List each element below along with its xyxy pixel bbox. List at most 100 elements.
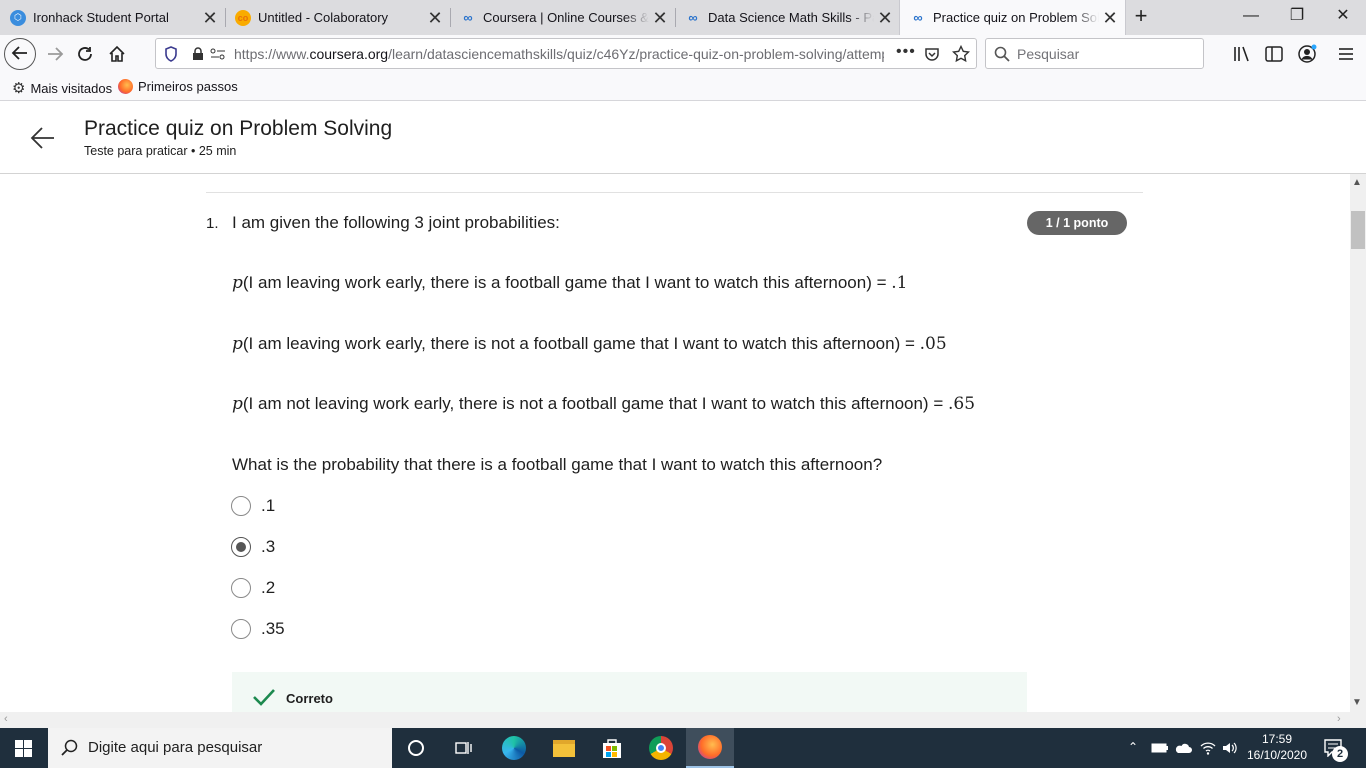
answer-option[interactable]: .35: [231, 619, 285, 639]
taskbar: Digite aqui para pesquisar ⌃ 17:59 16/10…: [0, 728, 1366, 768]
taskbar-search-placeholder: Digite aqui para pesquisar: [88, 739, 263, 756]
probability-statement: p(I am leaving work early, there is a fo…: [232, 273, 908, 293]
answer-option[interactable]: .2: [231, 578, 275, 598]
new-tab-button[interactable]: +: [1128, 4, 1154, 30]
question-intro: I am given the following 3 joint probabi…: [232, 213, 560, 232]
back-button[interactable]: [4, 38, 36, 70]
probability-text: (I am leaving work early, there is a foo…: [242, 273, 892, 292]
search-bar[interactable]: Pesquisar: [985, 38, 1204, 69]
tab-data-science-math[interactable]: ∞ Data Science Math Skills - Págin ✕: [675, 0, 900, 35]
taskbar-search[interactable]: Digite aqui para pesquisar: [48, 728, 392, 768]
close-tab-icon[interactable]: ✕: [424, 9, 446, 27]
bookmark-most-visited[interactable]: ⚙ Mais visitados: [12, 79, 112, 97]
reload-button[interactable]: [70, 39, 100, 69]
edge-icon: [502, 736, 526, 760]
answer-option[interactable]: .3: [231, 537, 275, 557]
radio-button-selected[interactable]: [231, 537, 251, 557]
back-arrow-icon[interactable]: [28, 123, 58, 153]
library-icon[interactable]: [1233, 46, 1251, 62]
tab-ironhack[interactable]: ⬡ Ironhack Student Portal ✕: [0, 0, 225, 35]
show-hidden-icons-icon[interactable]: ⌃: [1128, 740, 1138, 754]
bookmark-star-icon[interactable]: [952, 45, 970, 63]
file-explorer-button[interactable]: [540, 728, 588, 768]
horizontal-scrollbar[interactable]: ‹ ›: [0, 712, 1366, 728]
wifi-icon[interactable]: [1200, 740, 1216, 756]
close-tab-icon[interactable]: ✕: [199, 9, 221, 27]
page-title: Practice quiz on Problem Solving: [84, 117, 393, 140]
lock-icon[interactable]: [192, 47, 204, 61]
sidebar-icon[interactable]: [1265, 46, 1283, 62]
radio-button[interactable]: [231, 496, 251, 516]
scroll-up-icon[interactable]: ▲: [1352, 177, 1362, 188]
edge-button[interactable]: [490, 728, 538, 768]
tab-colab[interactable]: co Untitled - Colaboratory ✕: [225, 0, 450, 35]
tab-title: Coursera | Online Courses & Cr: [483, 10, 649, 25]
quiz-header: Practice quiz on Problem Solving Teste p…: [0, 101, 1366, 174]
cortana-button[interactable]: [392, 728, 440, 768]
restore-button[interactable]: ❐: [1274, 0, 1320, 32]
navigation-bar: https://www.coursera.org/learn/datascien…: [0, 35, 1366, 73]
shield-icon[interactable]: [164, 46, 178, 62]
url-bar[interactable]: https://www.coursera.org/learn/datascien…: [155, 38, 977, 69]
forward-button[interactable]: [40, 39, 70, 69]
task-view-button[interactable]: [440, 728, 488, 768]
notifications-button[interactable]: 2: [1324, 739, 1348, 762]
gear-icon: ⚙: [12, 80, 26, 97]
volume-icon[interactable]: [1221, 740, 1239, 756]
close-tab-icon[interactable]: ✕: [874, 9, 896, 27]
pocket-icon[interactable]: [924, 46, 940, 62]
chrome-center: [656, 743, 666, 753]
firefox-icon: [118, 79, 133, 94]
option-label[interactable]: .1: [261, 496, 275, 516]
chrome-button[interactable]: [637, 728, 685, 768]
probability-symbol: p: [232, 334, 243, 354]
page-subtitle: Teste para praticar • 25 min: [84, 144, 237, 158]
close-window-button[interactable]: ✕: [1320, 0, 1366, 32]
option-label[interactable]: .2: [261, 578, 275, 598]
menu-icon[interactable]: [1338, 47, 1354, 61]
option-label[interactable]: .3: [261, 537, 275, 557]
permissions-icon[interactable]: [210, 48, 226, 60]
start-button[interactable]: [0, 728, 48, 768]
url-text[interactable]: https://www.coursera.org/learn/datascien…: [234, 46, 884, 62]
cortana-icon: [408, 740, 424, 756]
clock-time: 17:59: [1261, 732, 1293, 746]
firefox-button[interactable]: [686, 728, 734, 768]
firefox-icon: [698, 735, 722, 759]
radio-button[interactable]: [231, 578, 251, 598]
clock[interactable]: 17:59 16/10/2020: [1244, 731, 1310, 763]
score-badge: 1 / 1 ponto: [1027, 211, 1127, 235]
probability-value: .65: [947, 394, 976, 414]
close-tab-icon[interactable]: ✕: [649, 9, 671, 27]
scroll-down-icon[interactable]: ▼: [1352, 697, 1362, 708]
task-view-icon: [455, 742, 472, 754]
question-text: What is the probability that there is a …: [232, 455, 883, 474]
scrollbar-thumb[interactable]: [1351, 211, 1365, 249]
battery-icon[interactable]: [1151, 741, 1169, 755]
home-button[interactable]: [102, 39, 132, 69]
minimize-button[interactable]: —: [1228, 0, 1274, 32]
tab-practice-quiz[interactable]: ∞ Practice quiz on Problem Solvin ✕: [900, 0, 1125, 35]
question-number: 1.: [206, 215, 219, 232]
option-label[interactable]: .35: [261, 619, 285, 639]
onedrive-icon[interactable]: [1174, 741, 1192, 755]
vertical-scrollbar[interactable]: [1350, 174, 1366, 712]
divider: [206, 192, 1143, 193]
account-icon[interactable]: [1297, 44, 1317, 64]
store-button[interactable]: [588, 728, 636, 768]
close-tab-icon[interactable]: ✕: [1099, 9, 1121, 27]
page-content: Practice quiz on Problem Solving Teste p…: [0, 101, 1366, 712]
bookmark-getting-started[interactable]: Primeiros passos: [118, 79, 238, 94]
scroll-left-icon[interactable]: ‹: [4, 713, 8, 725]
bookmark-label: Mais visitados: [30, 80, 113, 96]
page-actions-icon[interactable]: •••: [896, 43, 916, 61]
windows-icon: [15, 740, 32, 757]
scroll-right-icon[interactable]: ›: [1337, 713, 1341, 725]
tab-coursera[interactable]: ∞ Coursera | Online Courses & Cr ✕: [450, 0, 675, 35]
tab-title: Practice quiz on Problem Solvin: [933, 10, 1099, 25]
answer-option[interactable]: .1: [231, 496, 275, 516]
forward-arrow-icon: [48, 47, 64, 61]
radio-button[interactable]: [231, 619, 251, 639]
bookmark-label: Primeiros passos: [138, 79, 238, 94]
clock-date: 16/10/2020: [1246, 748, 1308, 762]
